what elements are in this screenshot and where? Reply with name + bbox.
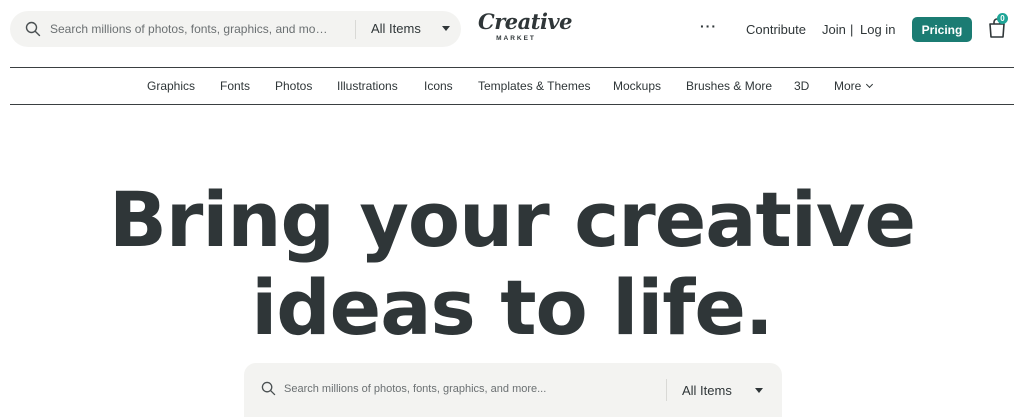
header-search-bar[interactable]: Search millions of photos, fonts, graphi… [10, 11, 461, 47]
contribute-link[interactable]: Contribute [746, 22, 806, 37]
nav-item-3d[interactable]: 3D [794, 79, 809, 93]
auth-separator: | [850, 22, 854, 37]
nav-item-brushes-more[interactable]: Brushes & More [686, 79, 772, 93]
nav-item-fonts[interactable]: Fonts [220, 79, 250, 93]
site-header: Search millions of photos, fonts, graphi… [0, 0, 1024, 67]
more-menu-icon[interactable]: ··· [700, 18, 717, 34]
search-divider [666, 379, 667, 401]
hero-headline: Bring your creative ideas to life. [0, 176, 1024, 352]
nav-item-mockups[interactable]: Mockups [613, 79, 661, 93]
hero-headline-line-2: ideas to life. [251, 263, 774, 352]
nav-more-label: More [834, 79, 862, 93]
nav-divider [10, 104, 1014, 105]
login-link[interactable]: Log in [860, 22, 895, 37]
nav-item-more[interactable]: More [834, 79, 874, 93]
search-icon [261, 381, 276, 396]
search-icon [25, 21, 41, 37]
hero-search-input[interactable]: Search millions of photos, fonts, graphi… [284, 383, 546, 395]
chevron-down-icon[interactable] [755, 388, 763, 393]
nav-item-graphics[interactable]: Graphics [147, 79, 195, 93]
hero-headline-line-1: Bring your creative [108, 175, 916, 264]
category-nav: Graphics Fonts Photos Illustrations Icon… [0, 68, 1024, 104]
hero-search-bar[interactable]: Search millions of photos, fonts, graphi… [244, 363, 782, 417]
search-divider [355, 20, 356, 39]
nav-item-photos[interactable]: Photos [275, 79, 312, 93]
pricing-button[interactable]: Pricing [912, 17, 972, 42]
join-link[interactable]: Join [822, 22, 846, 37]
header-search-input[interactable]: Search millions of photos, fonts, graphi… [50, 22, 335, 36]
logo-subtitle: MARKET [496, 35, 536, 42]
nav-item-icons[interactable]: Icons [424, 79, 453, 93]
hero-category-select[interactable]: All Items [682, 383, 732, 398]
chevron-down-icon [866, 80, 874, 89]
nav-item-illustrations[interactable]: Illustrations [337, 79, 398, 93]
cart-count-badge: 0 [997, 13, 1008, 24]
logo-wordmark: Creative [478, 9, 573, 34]
header-category-select[interactable]: All Items [371, 21, 421, 36]
chevron-down-icon[interactable] [442, 26, 450, 31]
creative-market-logo[interactable]: Creative MARKET [478, 9, 573, 46]
nav-item-templates-themes[interactable]: Templates & Themes [478, 79, 591, 93]
